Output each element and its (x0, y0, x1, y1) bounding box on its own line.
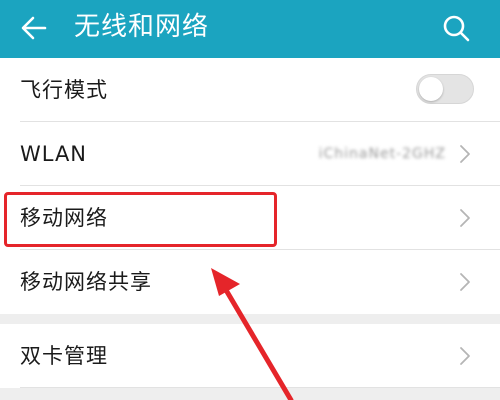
chevron-right-icon (460, 273, 470, 291)
chevron-right-icon (460, 145, 470, 163)
divider (20, 387, 500, 388)
settings-item-dual-sim[interactable]: 双卡管理 (0, 324, 500, 388)
toggle-knob (419, 77, 443, 101)
settings-item-tethering[interactable]: 移动网络共享 (0, 250, 500, 314)
app-bar: 无线和网络 (0, 0, 500, 58)
settings-item-airplane-mode[interactable]: 飞行模式 (0, 58, 500, 122)
airplane-mode-toggle[interactable] (416, 74, 474, 104)
tethering-label: 移动网络共享 (20, 270, 152, 294)
section-gap (0, 314, 500, 324)
mobile-network-label: 移动网络 (20, 206, 108, 230)
arrow-left-icon (21, 16, 47, 40)
chevron-right-icon (460, 347, 470, 365)
settings-item-mobile-network[interactable]: 移动网络 (0, 186, 500, 250)
airplane-mode-label: 飞行模式 (20, 78, 108, 102)
chevron-right-icon (460, 209, 470, 227)
screen: 无线和网络 飞行模式 WLAN iChinaNet-2GHZ 移动网络 移动网络… (0, 0, 500, 400)
page-title: 无线和网络 (74, 12, 210, 42)
settings-item-wlan[interactable]: WLAN iChinaNet-2GHZ (0, 122, 500, 186)
wlan-label: WLAN (20, 142, 88, 166)
search-icon (443, 15, 470, 42)
dual-sim-label: 双卡管理 (20, 344, 108, 368)
back-button[interactable] (14, 8, 54, 48)
wlan-network-name: iChinaNet-2GHZ (318, 146, 446, 162)
search-button[interactable] (436, 8, 476, 48)
